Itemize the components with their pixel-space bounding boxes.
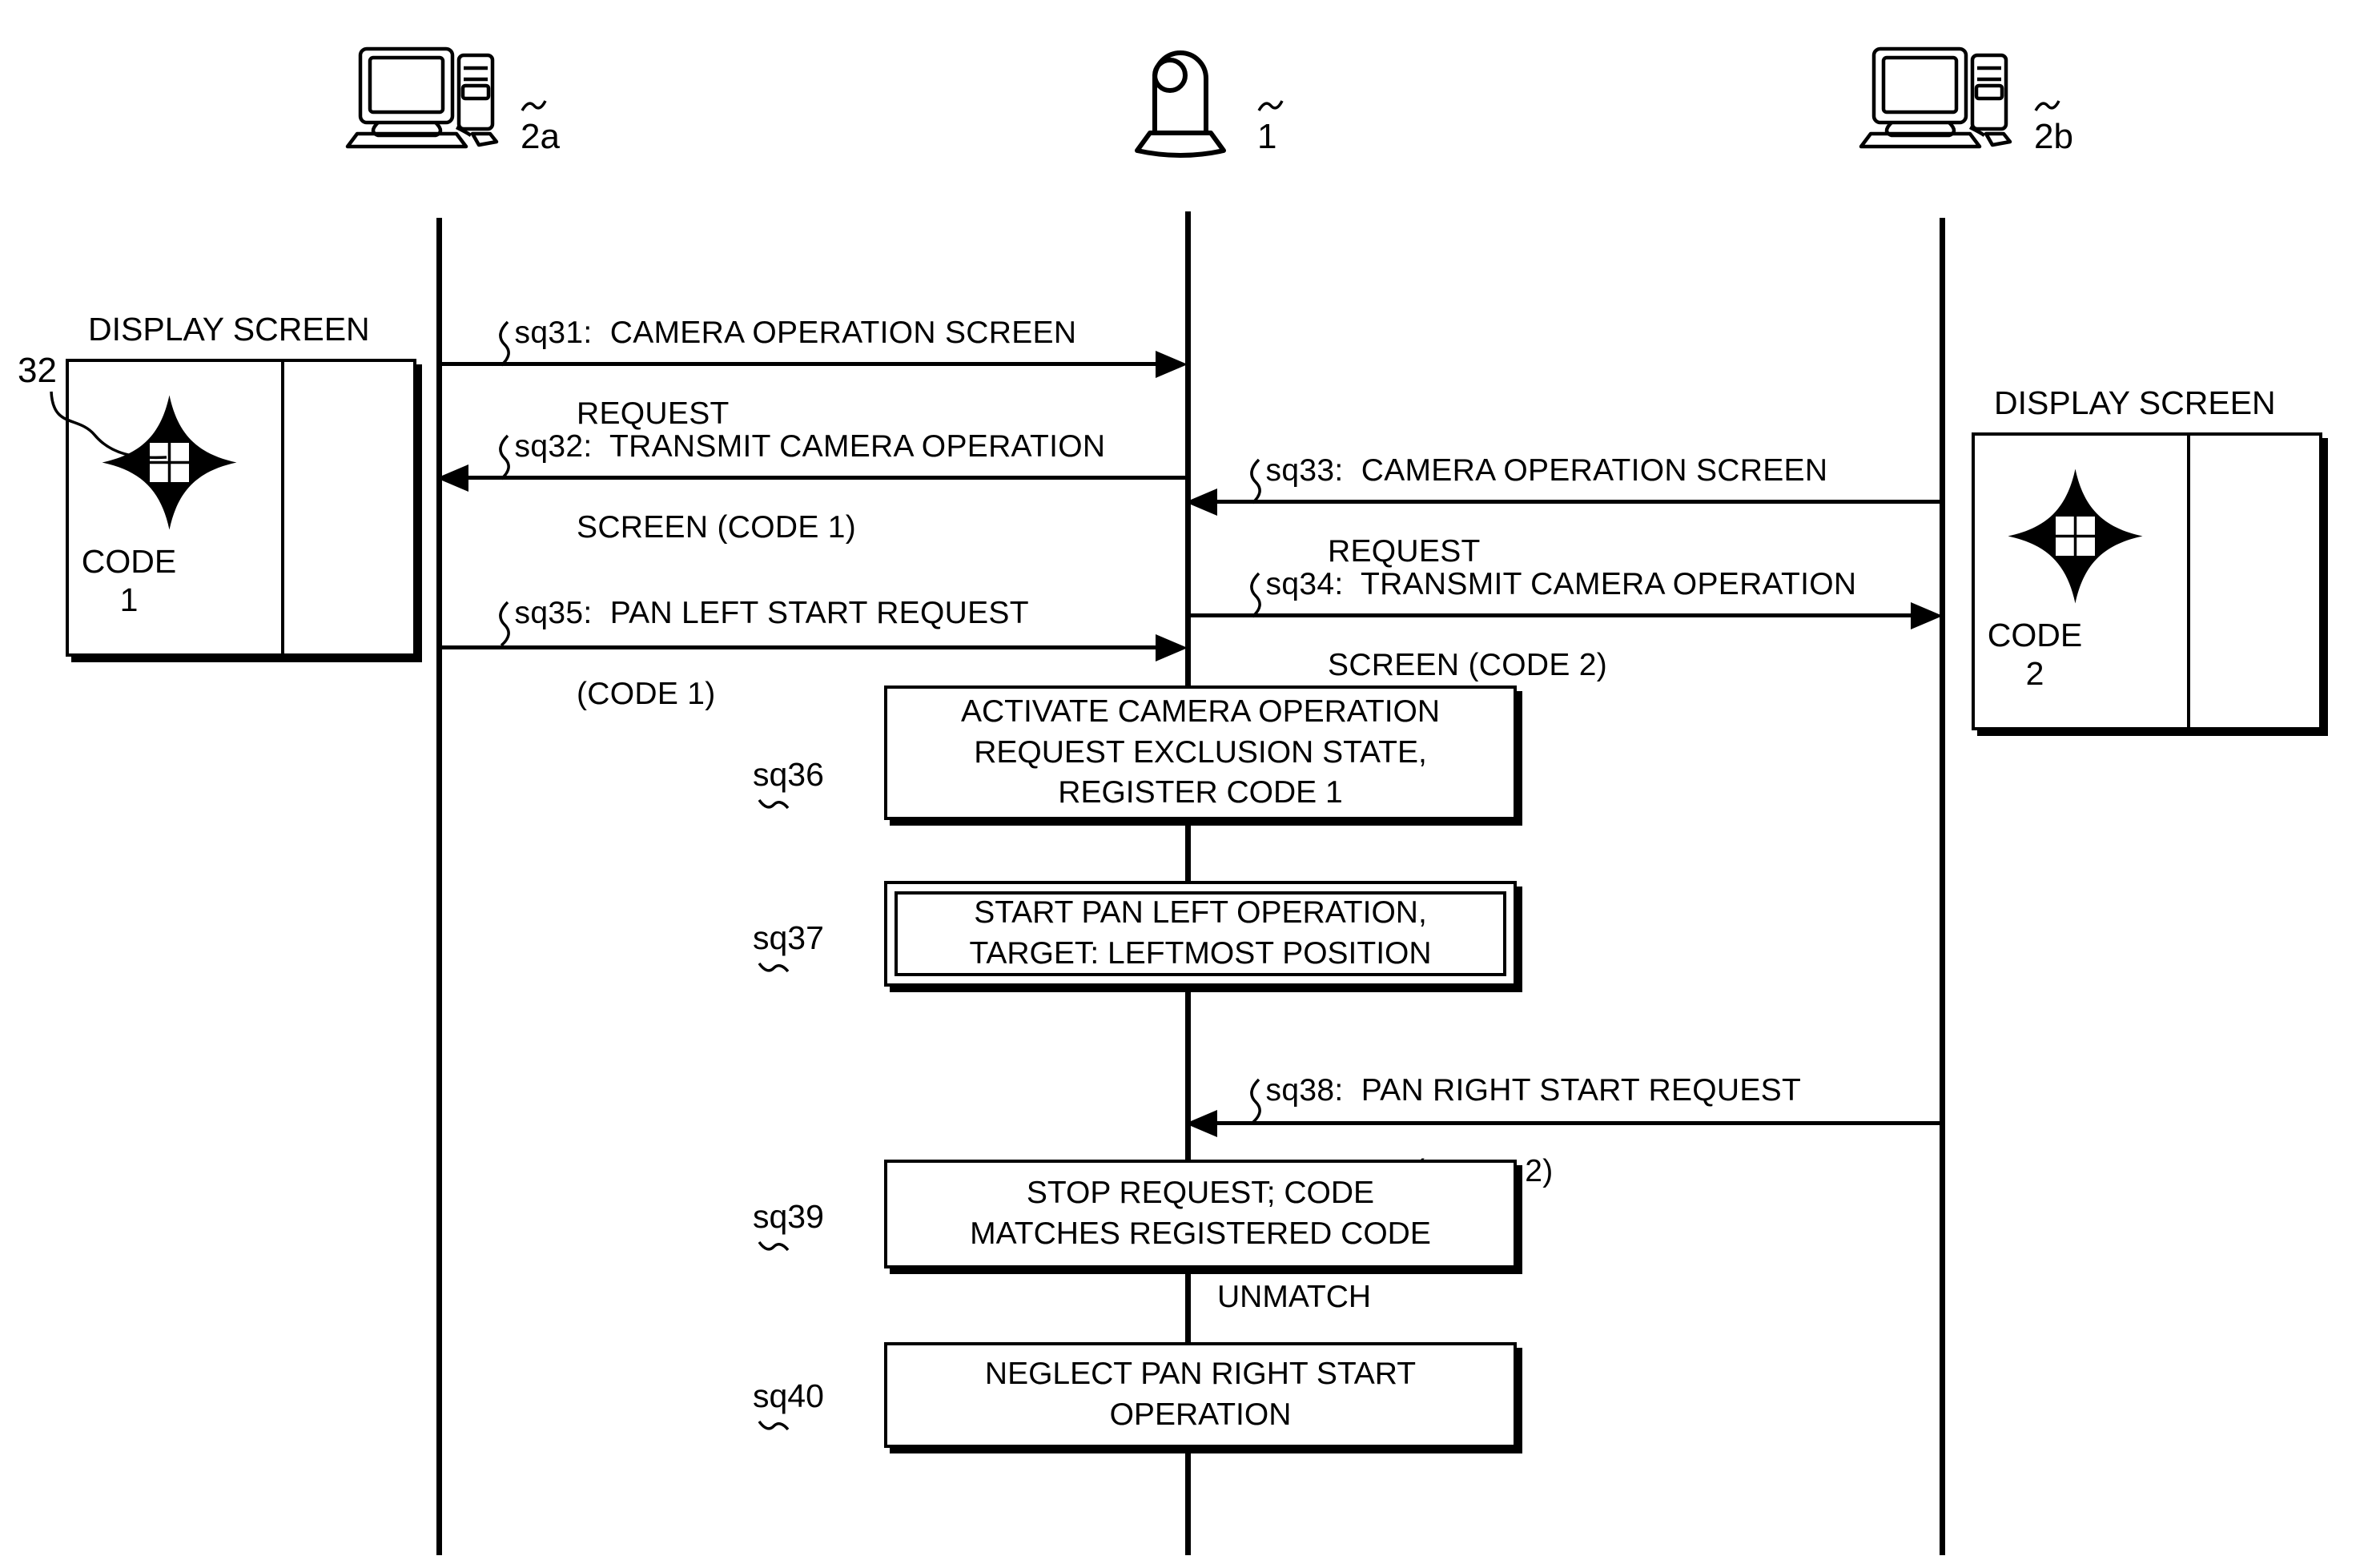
message-arrowhead-sq34 [1911, 602, 1943, 629]
node-ref-2b: 2b [2034, 96, 2073, 157]
callout-ref-32: 32 [18, 351, 57, 390]
lifeline-pc-right [1940, 218, 1945, 1555]
message-label-sq38-line1: sq38: PAN RIGHT START REQUEST [1265, 1072, 1802, 1108]
message-squiggle-sq35 [499, 601, 510, 647]
lifeline-pc-left [436, 218, 442, 1555]
process-box-sq36: ACTIVATE CAMERA OPERATION REQUEST EXCLUS… [884, 685, 1517, 820]
process-tag-sq37-text: sq37 [753, 919, 824, 956]
message-arrow-sq33 [1217, 500, 1943, 504]
message-arrowhead-sq32 [436, 464, 468, 492]
message-arrow-sq38 [1217, 1121, 1943, 1125]
node-ref-1: 1 [1257, 96, 1286, 157]
process-box-sq39: STOP REQUEST; CODE MATCHES REGISTERED CO… [884, 1160, 1517, 1268]
process-tag-sq36-text: sq36 [753, 756, 824, 793]
desktop-computer-icon-right [1859, 44, 2026, 152]
process-tag-sq40: sq40 [753, 1377, 824, 1436]
pan-tilt-pad-icon-right[interactable] [2005, 466, 2145, 606]
message-arrowhead-sq38 [1185, 1110, 1217, 1137]
process-text-sq36: ACTIVATE CAMERA OPERATION REQUEST EXCLUS… [960, 694, 1441, 810]
node-ref-2a-text: 2a [521, 117, 560, 156]
message-label-sq33-line1: sq33: CAMERA OPERATION SCREEN [1265, 452, 1828, 488]
node-ref-2a: 2a [521, 96, 560, 157]
message-arrowhead-sq35 [1156, 634, 1188, 661]
desktop-computer-icon-left [345, 44, 513, 152]
message-label-sq32-line2: SCREEN (CODE 1) [577, 510, 857, 545]
process-text-sq37: START PAN LEFT OPERATION, TARGET: LEFTMO… [969, 895, 1432, 971]
message-label-sq31-line1: sq31: CAMERA OPERATION SCREEN [514, 315, 1077, 350]
message-squiggle-sq33 [1250, 458, 1261, 505]
message-label-sq35-line1: sq35: PAN LEFT START REQUEST [514, 595, 1029, 630]
process-tag-sq39-text: sq39 [753, 1198, 824, 1235]
process-tag-sq39: sq39 [753, 1198, 824, 1256]
process-box-sq37: START PAN LEFT OPERATION, TARGET: LEFTMO… [884, 881, 1517, 987]
message-label-sq34-line2: SCREEN (CODE 2) [1328, 648, 1608, 683]
process-tag-sq36: sq36 [753, 756, 824, 814]
display-screen-box-right: CODE 2 [1972, 432, 2322, 730]
message-label-sq32-line1: sq32: TRANSMIT CAMERA OPERATION [514, 428, 1106, 464]
message-squiggle-sq34 [1250, 572, 1261, 618]
message-squiggle-sq32 [499, 434, 510, 480]
message-squiggle-sq38 [1250, 1078, 1261, 1124]
node-ref-1-text: 1 [1257, 117, 1277, 156]
display-screen-code-left: CODE 1 [81, 543, 177, 619]
message-arrow-sq34 [1185, 613, 1911, 617]
display-screen-title-right: DISPLAY SCREEN [1994, 384, 2276, 421]
process-text-sq40: NEGLECT PAN RIGHT START OPERATION [984, 1357, 1417, 1432]
process-text-sq39: STOP REQUEST; CODE MATCHES REGISTERED CO… [970, 1176, 1431, 1251]
process-box-sq40: NEGLECT PAN RIGHT START OPERATION [884, 1342, 1517, 1448]
message-arrow-sq31 [436, 362, 1181, 366]
message-arrowhead-sq33 [1185, 488, 1217, 516]
annotation-unmatch: UNMATCH [1217, 1280, 1372, 1314]
ptz-camera-icon [1135, 38, 1240, 158]
process-tag-sq37: sq37 [753, 919, 824, 978]
message-arrow-sq35 [436, 645, 1181, 649]
message-label-sq34-line1: sq34: TRANSMIT CAMERA OPERATION [1265, 566, 1857, 601]
node-ref-2b-text: 2b [2034, 117, 2073, 156]
display-screen-title-left: DISPLAY SCREEN [88, 311, 370, 348]
figure-canvas: 2a 1 2b DISPLAY SCREEN CODE 1 32 DISPLAY… [0, 0, 2380, 1568]
message-arrowhead-sq31 [1156, 351, 1188, 378]
process-tag-sq40-text: sq40 [753, 1377, 824, 1414]
callout-leader-line-32 [50, 391, 167, 460]
message-squiggle-sq31 [499, 320, 510, 367]
message-arrow-sq32 [468, 476, 1188, 480]
